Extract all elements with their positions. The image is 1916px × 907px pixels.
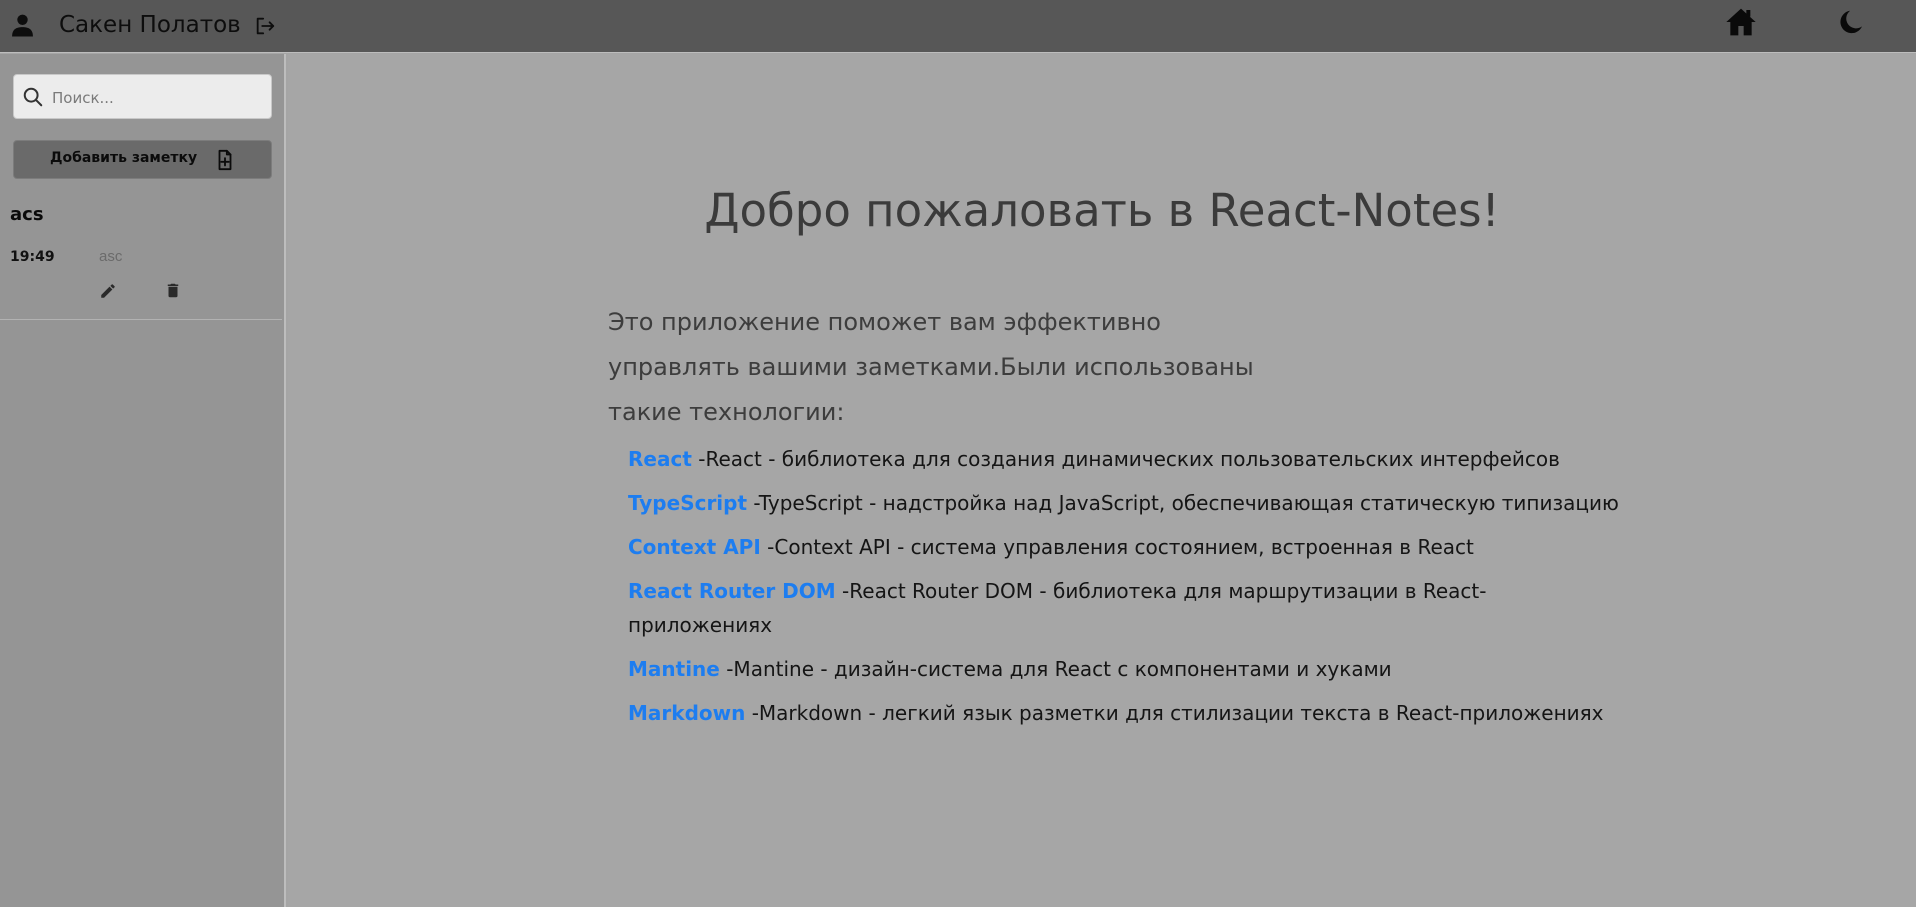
sidebar: Добавить заметку acs 19:49 asc xyxy=(0,54,286,907)
list-item: React Router DOM -React Router DOM - биб… xyxy=(628,574,1628,642)
tech-link-context-api[interactable]: Context API xyxy=(628,535,761,559)
tech-description: -Mantine - дизайн-система для React с ко… xyxy=(726,657,1392,681)
tech-link-react-router-dom[interactable]: React Router DOM xyxy=(628,579,836,603)
tech-description: -React - библиотека для создания динамич… xyxy=(698,447,1560,471)
trash-icon[interactable] xyxy=(164,281,182,300)
edit-icon[interactable] xyxy=(99,282,117,300)
technology-list: React -React - библиотека для создания д… xyxy=(628,442,1628,740)
page-title: Добро пожаловать в React-Notes! xyxy=(704,184,1500,237)
note-title: acs xyxy=(10,204,44,225)
user-icon xyxy=(12,14,33,37)
intro-text: Это приложение поможет вам эффективно уп… xyxy=(608,308,1254,426)
note-list-item[interactable]: acs 19:49 asc xyxy=(0,54,282,320)
tech-link-typescript[interactable]: TypeScript xyxy=(628,491,747,515)
dark-mode-icon[interactable] xyxy=(1837,7,1867,37)
logout-icon[interactable] xyxy=(254,15,276,37)
top-bar: Сакен Полатов xyxy=(0,0,1916,53)
list-item: Mantine -Mantine - дизайн-система для Re… xyxy=(628,652,1628,686)
home-icon[interactable] xyxy=(1724,6,1758,38)
tech-link-markdown[interactable]: Markdown xyxy=(628,701,745,725)
list-item: TypeScript -TypeScript - надстройка над … xyxy=(628,486,1628,520)
user-name: Сакен Полатов xyxy=(59,12,241,38)
list-item: Context API -Context API - система управ… xyxy=(628,530,1628,564)
tech-link-mantine[interactable]: Mantine xyxy=(628,657,720,681)
list-item: React -React - библиотека для создания д… xyxy=(628,442,1628,476)
tech-description: -Markdown - легкий язык разметки для сти… xyxy=(751,701,1604,725)
note-time: 19:49 xyxy=(10,249,55,265)
list-item: Markdown -Markdown - легкий язык разметк… xyxy=(628,696,1628,730)
main-content: Добро пожаловать в React-Notes! Это прил… xyxy=(288,54,1916,907)
tech-link-react[interactable]: React xyxy=(628,447,692,471)
note-preview: asc xyxy=(99,248,123,265)
tech-description: -TypeScript - надстройка над JavaScript,… xyxy=(753,491,1619,515)
tech-description: -Context API - система управления состоя… xyxy=(767,535,1474,559)
